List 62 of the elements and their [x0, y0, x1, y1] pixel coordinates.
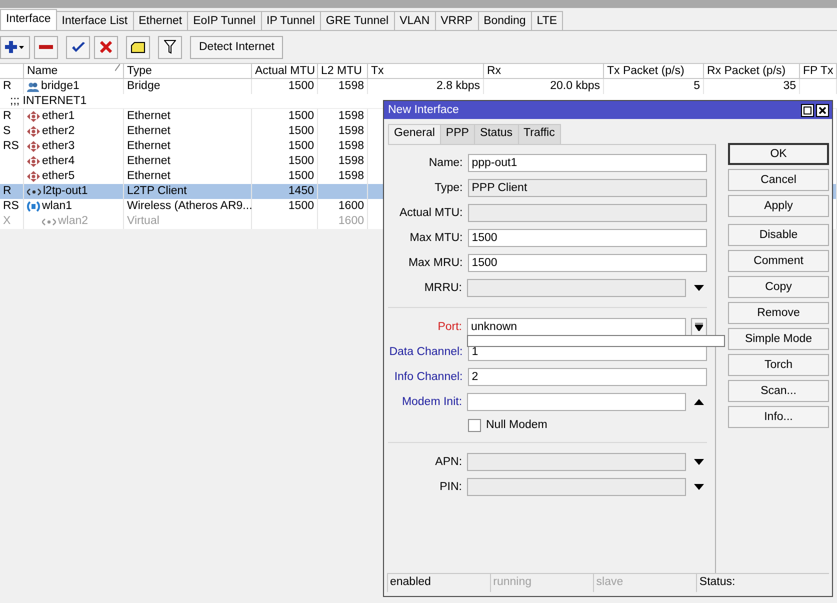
table-cell: R [3, 109, 12, 124]
table-cell: 1600 [338, 214, 364, 229]
field-label: MRRU: [423, 282, 462, 294]
table-cell: 1500 [288, 199, 314, 214]
table-cell: Virtual [127, 214, 160, 229]
table-cell: R [3, 184, 12, 199]
table-cell: 1598 [338, 79, 364, 94]
table-cell: ether3 [42, 139, 75, 154]
field-label: Type: [434, 182, 463, 194]
table-cell: 35 [783, 79, 796, 94]
field-label: Data Channel: [388, 346, 463, 358]
table-cell: 1500 [288, 169, 314, 184]
status-segment: enabled [387, 574, 490, 592]
table-cell: 1500 [288, 139, 314, 154]
table-cell: X [3, 214, 11, 229]
table-cell: Ethernet [127, 169, 170, 184]
field-label: PIN: [438, 481, 462, 493]
table-cell: 1598 [338, 154, 364, 169]
table-cell: 1598 [338, 124, 364, 139]
table-cell: Wireless (Atheros AR9... [127, 199, 252, 214]
table-cell: Ethernet [127, 154, 170, 169]
table-cell: RS [3, 139, 19, 154]
table-cell: S [3, 124, 11, 139]
table-cell: 1598 [338, 109, 364, 124]
checkbox-label: Null Modem [486, 419, 548, 431]
table-cell: bridge1 [41, 79, 80, 94]
table-cell: ether5 [42, 169, 75, 184]
table-cell: ether2 [42, 124, 75, 139]
field-label: Max MTU: [408, 232, 463, 244]
field-label: Actual MTU: [398, 207, 463, 219]
field-label: APN: [434, 456, 462, 468]
table-cell: 1500 [288, 79, 314, 94]
table-cell: wlan1 [42, 199, 72, 214]
field-label: Info Channel: [393, 371, 463, 383]
field-label: Modem Init: [400, 396, 462, 408]
table-cell: RS [3, 199, 19, 214]
table-cell: L2TP Client [127, 184, 187, 199]
table-cell: wlan2 [58, 214, 88, 229]
table-cell: 1600 [338, 199, 364, 214]
table-cell: 20.0 kbps [550, 79, 600, 94]
field-label: Max MRU: [407, 257, 463, 269]
table-cell: Bridge [127, 79, 160, 94]
table-cell: ether1 [42, 109, 75, 124]
table-cell: ether4 [42, 154, 75, 169]
status-segment: running [490, 574, 594, 592]
table-cell: R [3, 79, 12, 94]
table-cell: 1450 [288, 184, 314, 199]
table-cell: Ethernet [127, 124, 170, 139]
field-label: Port: [436, 321, 462, 333]
table-cell: 2.8 kbps [436, 79, 480, 94]
table-cell: 5 [694, 79, 700, 94]
table-cell: 1500 [288, 154, 314, 169]
table-cell: 1598 [338, 139, 364, 154]
table-cell: 1500 [288, 124, 314, 139]
status-segment: slave [593, 574, 696, 592]
table-cell: Ethernet [127, 139, 170, 154]
table-cell: Ethernet [127, 109, 170, 124]
table-cell: l2tp-out1 [43, 184, 88, 199]
field-label: Name: [428, 157, 463, 169]
table-cell: 1598 [338, 169, 364, 184]
table-cell: 1500 [288, 109, 314, 124]
status-segment: Status: [696, 574, 829, 592]
